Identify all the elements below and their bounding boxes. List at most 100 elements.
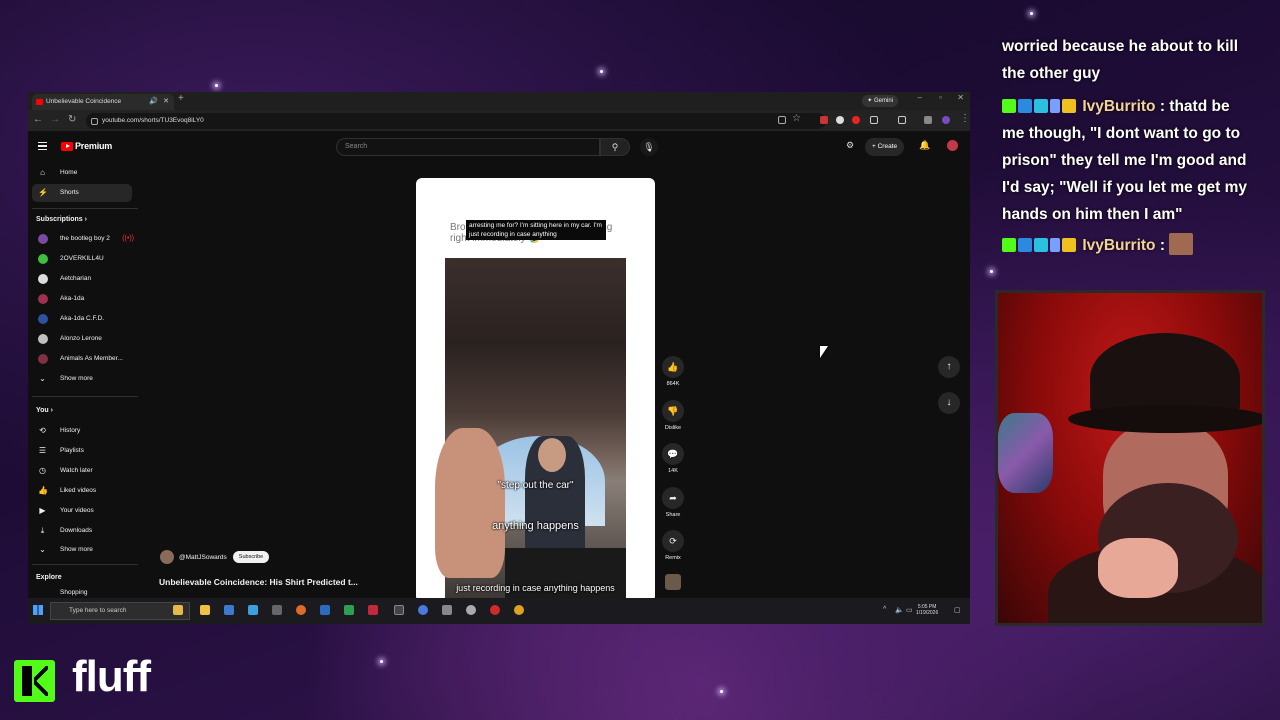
channel-avatar[interactable] <box>160 550 174 565</box>
comments-button[interactable]: 💬 14K <box>660 443 686 474</box>
share-button[interactable]: ➦ Share <box>660 487 686 518</box>
extension-icon[interactable] <box>820 116 828 124</box>
chevron-down-icon: ⌄ <box>39 374 46 383</box>
app-icon[interactable] <box>272 605 282 615</box>
gemini-button[interactable]: ✦ Gemini <box>862 95 898 107</box>
app-icon[interactable] <box>466 605 476 615</box>
you-header[interactable]: You › <box>36 407 136 414</box>
video-title[interactable]: Unbelievable Coincidence: His Shirt Pred… <box>159 577 389 587</box>
show-more-button[interactable]: ⌄ Show more <box>32 370 132 388</box>
show-more-button-2[interactable]: ⌄ Show more <box>32 541 132 559</box>
sidebar-channel-item[interactable]: Aetcharian <box>32 270 132 288</box>
remix-button[interactable]: ⟳ Remix <box>660 530 686 561</box>
sidebar-channel-item[interactable]: 2OVERKILL4U <box>32 250 132 268</box>
taskbar-search-input[interactable]: Type here to search <box>50 602 190 620</box>
sidepanel-icon[interactable] <box>898 116 906 124</box>
create-label: Create <box>877 143 898 150</box>
menu-dots-icon[interactable]: ⋮ <box>960 113 970 124</box>
sound-avatar[interactable] <box>660 574 686 593</box>
reload-icon[interactable]: ↻ <box>68 114 76 125</box>
cast-icon[interactable]: ⚙ <box>846 140 854 151</box>
crown-badge-icon <box>1062 99 1076 113</box>
subscribe-button[interactable]: Subscribe <box>232 551 270 564</box>
store-icon[interactable] <box>248 605 258 615</box>
excel-icon[interactable] <box>344 605 354 615</box>
sidebar-item-downloads[interactable]: ⤓ Downloads <box>32 522 132 540</box>
like-button[interactable]: 👍 864K <box>660 356 686 387</box>
app-icon[interactable] <box>418 605 428 615</box>
search-button[interactable]: ⚲ <box>600 138 630 156</box>
next-short-button[interactable]: ↓ <box>938 392 960 414</box>
previous-short-button[interactable]: ↑ <box>938 356 960 378</box>
divider <box>32 564 138 565</box>
menu-icon[interactable] <box>38 142 47 150</box>
app-icon[interactable] <box>490 605 500 615</box>
sidebar-item-liked-videos[interactable]: 👍 Liked videos <box>32 482 132 500</box>
close-tab-icon[interactable]: ✕ <box>163 94 169 110</box>
forward-icon[interactable]: → <box>50 114 60 125</box>
search-input[interactable]: Search <box>336 138 600 156</box>
sidebar-item-label: Animals As Member... <box>60 355 123 362</box>
dislike-button[interactable]: 👎 Dislike <box>660 400 686 431</box>
short-player[interactable]: Bro got sent to jail and started acting … <box>416 178 655 602</box>
extensions-puzzle-icon[interactable] <box>924 116 932 124</box>
sidebar-channel-item[interactable]: Aka-1da C.F.D. <box>32 310 132 328</box>
chat-line: the other guy <box>1002 65 1101 82</box>
file-explorer-icon[interactable] <box>200 605 210 615</box>
sidebar-item-shorts[interactable]: ⚡ Shorts <box>32 184 132 202</box>
new-tab-icon[interactable]: + <box>178 93 184 104</box>
avatar[interactable] <box>947 140 958 151</box>
kick-logo-icon <box>14 660 55 702</box>
volume-icon[interactable]: 🔈 <box>895 606 904 614</box>
app-icon[interactable] <box>442 605 452 615</box>
chrome-icon[interactable] <box>514 605 524 615</box>
taskbar-clock[interactable]: 5:05 PM 1/19/2026 <box>916 604 938 616</box>
sidebar-item-watch-later[interactable]: ◷ Watch later <box>32 462 132 480</box>
sidebar-channel-item[interactable]: Animals As Member... <box>32 350 132 368</box>
create-button[interactable]: + Create <box>865 138 905 156</box>
short-video[interactable]: "step out the car" anything happens just… <box>435 258 626 602</box>
copilot-icon[interactable] <box>173 605 183 615</box>
comment-icon: 💬 <box>662 443 684 465</box>
sidebar-item-playlists[interactable]: ☰ Playlists <box>32 442 132 460</box>
channel-handle[interactable]: @MattJSowards <box>179 554 227 561</box>
sidebar-item-label: Downloads <box>60 527 93 534</box>
speaker-icon[interactable]: 🔊 <box>149 94 158 110</box>
sidebar-item-home[interactable]: ⌂ Home <box>32 164 132 182</box>
channel-avatar-icon <box>38 294 48 304</box>
sidebar-channel-item[interactable]: Alonzo Lerone <box>32 330 132 348</box>
profile-icon[interactable] <box>942 116 950 124</box>
browser-tab[interactable]: Unbelievable Coincidence 🔊 ✕ <box>32 94 174 110</box>
subscriptions-header[interactable]: Subscriptions › <box>36 216 136 223</box>
back-icon[interactable]: ← <box>33 114 43 125</box>
notification-center-icon[interactable]: ▢ <box>954 606 961 614</box>
extension-icon[interactable] <box>852 116 860 124</box>
tray-chevron-icon[interactable]: ^ <box>883 606 886 613</box>
extension-icon[interactable] <box>836 116 844 124</box>
screen-cast-icon[interactable] <box>778 116 786 124</box>
close-window-icon[interactable]: ✕ <box>957 93 964 102</box>
bookmark-star-icon[interactable]: ☆ <box>792 113 801 124</box>
minimize-icon[interactable]: – <box>918 93 922 102</box>
sidebar-channel-item[interactable]: the bootleg boy 2 ((•)) <box>32 230 134 248</box>
dislike-label: Dislike <box>664 425 682 431</box>
windows-start-icon[interactable] <box>33 605 43 615</box>
youtube-premium-logo[interactable]: Premium <box>75 141 112 151</box>
voice-search-icon[interactable]: 🎙 <box>640 138 658 156</box>
sidebar-item-history[interactable]: ⟲ History <box>32 422 132 440</box>
app-icon[interactable] <box>368 605 378 615</box>
maximize-icon[interactable]: ▫ <box>939 93 942 102</box>
extension-icon[interactable] <box>870 116 878 124</box>
firefox-icon[interactable] <box>296 605 306 615</box>
background-star <box>990 270 993 273</box>
address-input[interactable]: youtube.com/shorts/TU3Evoq8iLY0 <box>86 113 826 129</box>
sidebar-item-your-videos[interactable]: ▶ Your videos <box>32 502 132 520</box>
youtube-logo-icon[interactable] <box>61 142 73 151</box>
sidebar-item-shopping[interactable]: Shopping <box>32 584 132 596</box>
notifications-bell-icon[interactable]: 🔔 <box>919 140 930 151</box>
edge-icon[interactable] <box>224 605 234 615</box>
network-icon[interactable]: ▭ <box>906 606 913 614</box>
sidebar-channel-item[interactable]: Aka-1da <box>32 290 132 308</box>
obs-icon[interactable] <box>394 605 404 615</box>
app-icon[interactable] <box>320 605 330 615</box>
